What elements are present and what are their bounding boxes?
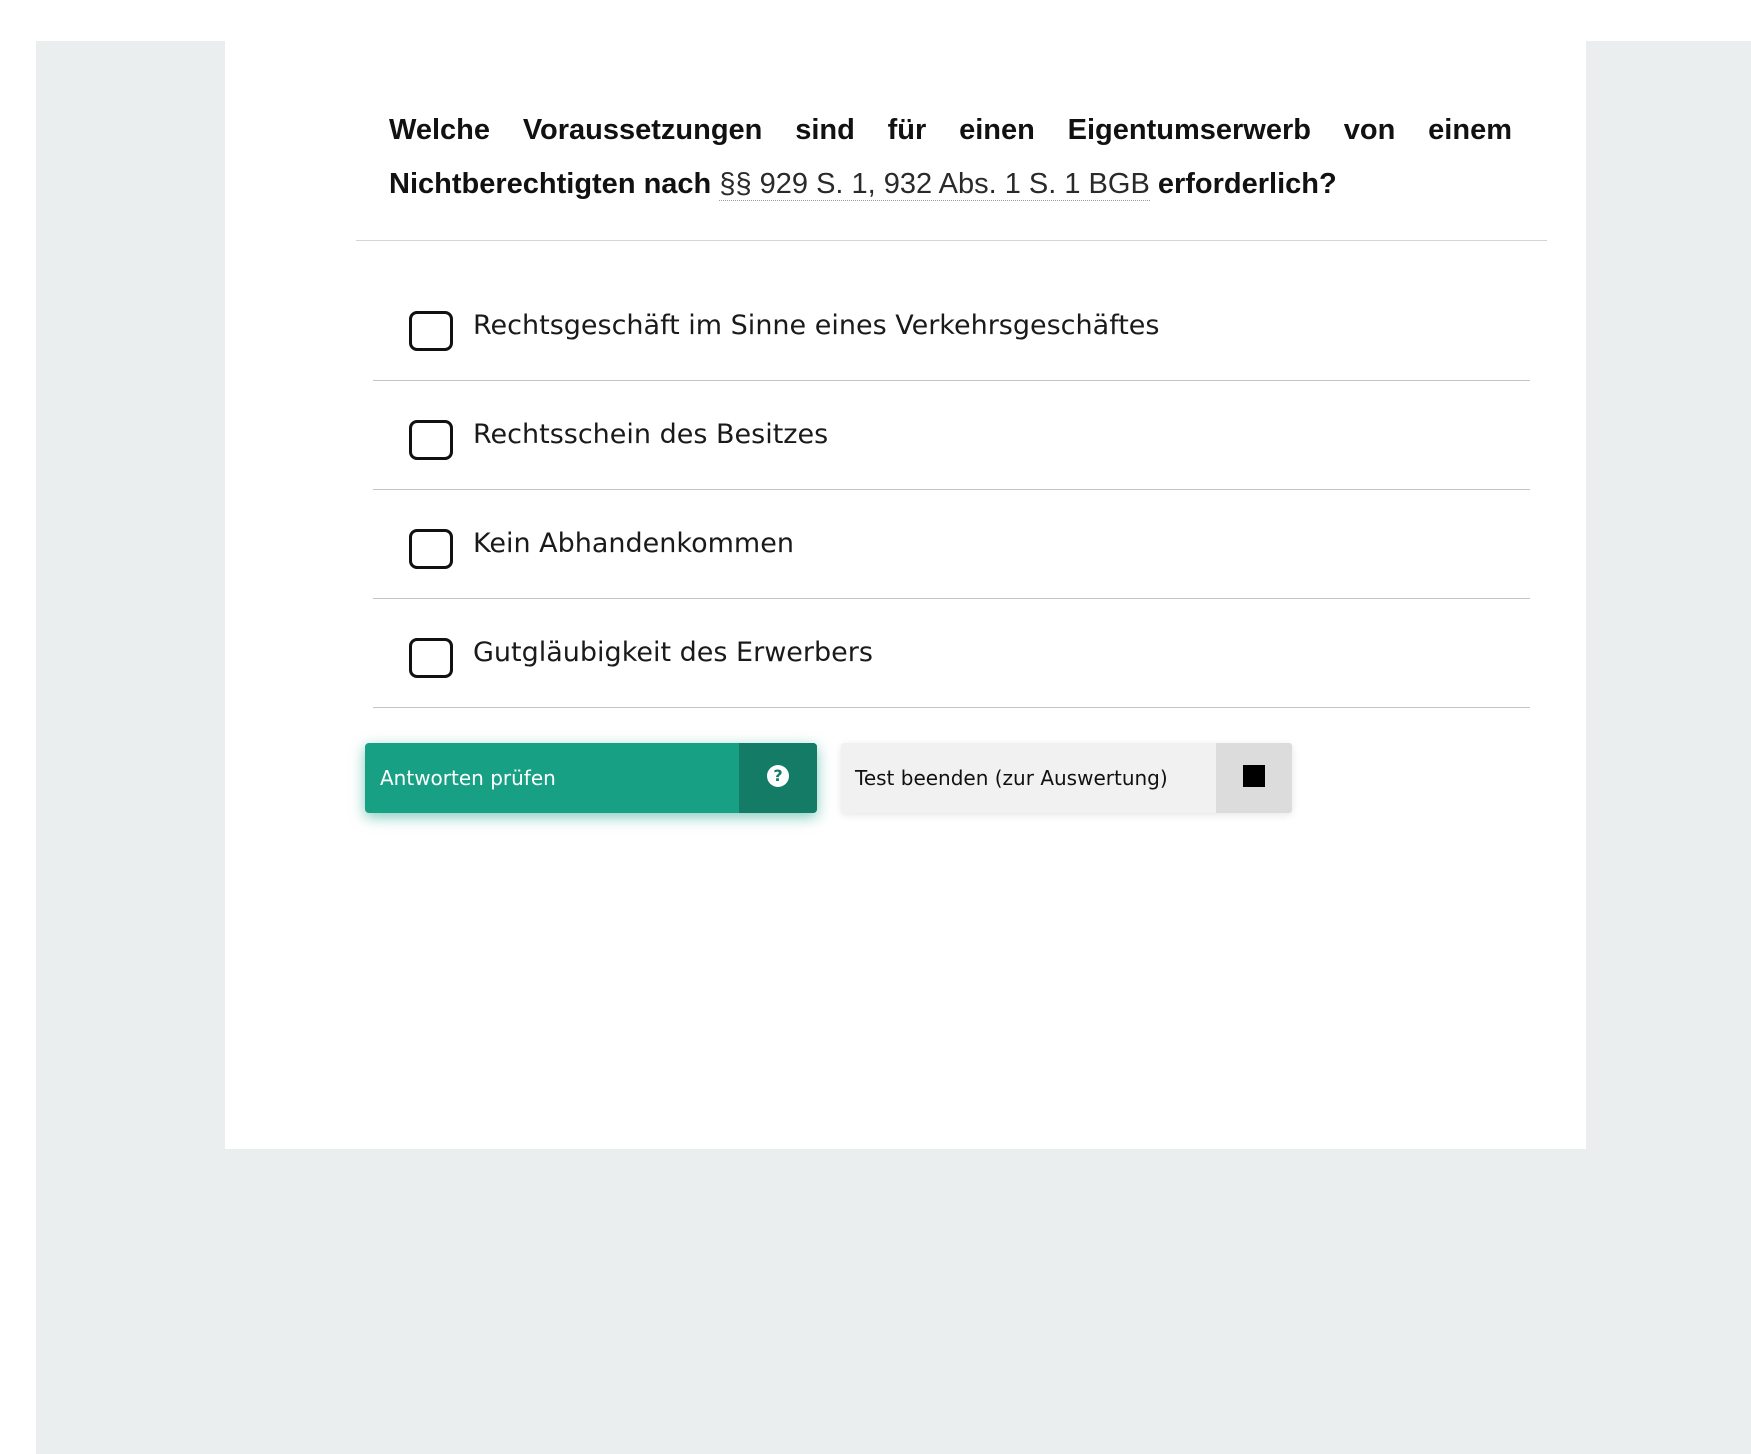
answer-label: Kein Abhandenkommen (473, 528, 794, 559)
answer-option[interactable]: Rechtsschein des Besitzes (373, 381, 1530, 490)
check-answers-label: Antworten prüfen (380, 766, 556, 790)
end-test-label: Test beenden (zur Auswertung) (855, 766, 1168, 790)
check-answers-button[interactable]: Antworten prüfen ? (365, 743, 817, 813)
answer-label: Rechtsschein des Besitzes (473, 419, 829, 450)
check-answers-icon-box: ? (739, 743, 817, 813)
question-divider (356, 240, 1547, 241)
answer-checkbox[interactable] (409, 529, 453, 569)
answer-option[interactable]: Rechtsgeschäft im Sinne eines Verkehrsge… (373, 272, 1530, 381)
answer-label: Gutgläubigkeit des Erwerbers (473, 637, 873, 668)
end-test-button[interactable]: Test beenden (zur Auswertung) (841, 743, 1292, 813)
question-text-end: erforderlich? (1149, 168, 1337, 200)
stop-icon (1243, 765, 1265, 787)
answer-checkbox[interactable] (409, 420, 453, 460)
answer-option[interactable]: Kein Abhandenkommen (373, 490, 1530, 599)
law-reference-link[interactable]: §§ 929 S. 1, 932 Abs. 1 S. 1 BGB (719, 168, 1150, 201)
answer-list: Rechtsgeschäft im Sinne eines Verkehrsge… (373, 272, 1530, 708)
end-test-icon-box (1216, 743, 1292, 813)
answer-option[interactable]: Gutgläubigkeit des Erwerbers (373, 599, 1530, 708)
answer-checkbox[interactable] (409, 311, 453, 351)
answer-label: Rechtsgeschäft im Sinne eines Verkehrsge… (473, 310, 1160, 341)
question-circle-icon: ? (767, 765, 789, 787)
question-text: Welche Voraussetzungen sind für einen Ei… (389, 103, 1512, 211)
answer-checkbox[interactable] (409, 638, 453, 678)
